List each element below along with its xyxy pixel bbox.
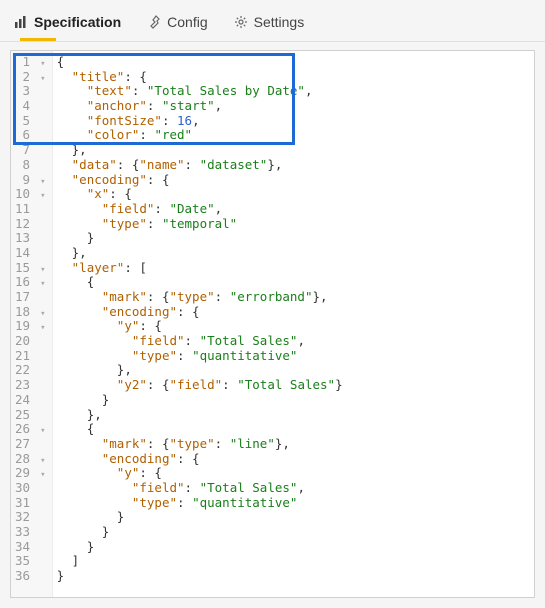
- line-number: 5: [15, 114, 46, 129]
- line-number: 13: [15, 231, 46, 246]
- gear-icon: [234, 15, 248, 29]
- code-line[interactable]: },: [57, 143, 343, 158]
- line-number: 19 ▾: [15, 319, 46, 334]
- code-line[interactable]: "fontSize": 16,: [57, 114, 343, 129]
- line-number: 17: [15, 290, 46, 305]
- code-line[interactable]: "encoding": {: [57, 173, 343, 188]
- code-line[interactable]: "mark": {"type": "errorband"},: [57, 290, 343, 305]
- line-number: 25: [15, 408, 46, 423]
- code-line[interactable]: "data": {"name": "dataset"},: [57, 158, 343, 173]
- code-area[interactable]: { "title": { "text": "Total Sales by Dat…: [53, 51, 343, 597]
- code-line[interactable]: "y": {: [57, 466, 343, 481]
- code-line[interactable]: "type": "temporal": [57, 217, 343, 232]
- code-line[interactable]: },: [57, 246, 343, 261]
- line-number: 34: [15, 540, 46, 555]
- tab-config[interactable]: Config: [143, 6, 211, 36]
- line-number: 3: [15, 84, 46, 99]
- line-number: 36: [15, 569, 46, 584]
- tab-label: Settings: [254, 14, 305, 30]
- code-line[interactable]: "field": "Total Sales",: [57, 481, 343, 496]
- code-line[interactable]: {: [57, 275, 343, 290]
- code-line[interactable]: {: [57, 422, 343, 437]
- code-line[interactable]: {: [57, 55, 343, 70]
- line-number-gutter: 1 ▾2 ▾3 4 5 6 7 8 9 ▾10 ▾11 12 13 14 15 …: [11, 51, 53, 597]
- code-line[interactable]: "anchor": "start",: [57, 99, 343, 114]
- line-number: 23: [15, 378, 46, 393]
- code-line[interactable]: "encoding": {: [57, 452, 343, 467]
- tab-bar: Specification Config Settings: [0, 0, 545, 42]
- line-number: 15 ▾: [15, 261, 46, 276]
- line-number: 30: [15, 481, 46, 496]
- tab-label: Config: [167, 14, 207, 30]
- code-line[interactable]: "y2": {"field": "Total Sales"}: [57, 378, 343, 393]
- line-number: 12: [15, 217, 46, 232]
- tab-specification[interactable]: Specification: [10, 6, 125, 36]
- code-line[interactable]: }: [57, 525, 343, 540]
- line-number: 35: [15, 554, 46, 569]
- code-line[interactable]: }: [57, 393, 343, 408]
- tab-settings[interactable]: Settings: [230, 6, 309, 36]
- line-number: 9 ▾: [15, 173, 46, 188]
- line-number: 1 ▾: [15, 55, 46, 70]
- code-line[interactable]: }: [57, 231, 343, 246]
- code-line[interactable]: }: [57, 510, 343, 525]
- line-number: 31: [15, 496, 46, 511]
- code-line[interactable]: "x": {: [57, 187, 343, 202]
- code-line[interactable]: },: [57, 408, 343, 423]
- line-number: 11: [15, 202, 46, 217]
- line-number: 18 ▾: [15, 305, 46, 320]
- code-line[interactable]: "mark": {"type": "line"},: [57, 437, 343, 452]
- code-line[interactable]: "field": "Total Sales",: [57, 334, 343, 349]
- line-number: 24: [15, 393, 46, 408]
- line-number: 26 ▾: [15, 422, 46, 437]
- line-number: 32: [15, 510, 46, 525]
- line-number: 33: [15, 525, 46, 540]
- bar-chart-icon: [14, 15, 28, 29]
- line-number: 29 ▾: [15, 466, 46, 481]
- line-number: 7: [15, 143, 46, 158]
- code-line[interactable]: "title": {: [57, 70, 343, 85]
- line-number: 2 ▾: [15, 70, 46, 85]
- code-line[interactable]: }: [57, 540, 343, 555]
- code-line[interactable]: "field": "Date",: [57, 202, 343, 217]
- code-line[interactable]: }: [57, 569, 343, 584]
- line-number: 14: [15, 246, 46, 261]
- line-number: 27: [15, 437, 46, 452]
- code-line[interactable]: "type": "quantitative": [57, 349, 343, 364]
- line-number: 20: [15, 334, 46, 349]
- line-number: 16 ▾: [15, 275, 46, 290]
- code-line[interactable]: "text": "Total Sales by Date",: [57, 84, 343, 99]
- code-line[interactable]: "type": "quantitative": [57, 496, 343, 511]
- line-number: 22: [15, 363, 46, 378]
- tab-label: Specification: [34, 14, 121, 30]
- line-number: 10 ▾: [15, 187, 46, 202]
- code-line[interactable]: "encoding": {: [57, 305, 343, 320]
- code-line[interactable]: },: [57, 363, 343, 378]
- code-line[interactable]: "layer": [: [57, 261, 343, 276]
- line-number: 8: [15, 158, 46, 173]
- code-line[interactable]: ]: [57, 554, 343, 569]
- code-line[interactable]: "color": "red": [57, 128, 343, 143]
- line-number: 6: [15, 128, 46, 143]
- line-number: 28 ▾: [15, 452, 46, 467]
- wrench-icon: [147, 15, 161, 29]
- active-tab-indicator: [20, 38, 56, 41]
- code-line[interactable]: "y": {: [57, 319, 343, 334]
- line-number: 4: [15, 99, 46, 114]
- code-editor[interactable]: 1 ▾2 ▾3 4 5 6 7 8 9 ▾10 ▾11 12 13 14 15 …: [10, 50, 535, 598]
- line-number: 21: [15, 349, 46, 364]
